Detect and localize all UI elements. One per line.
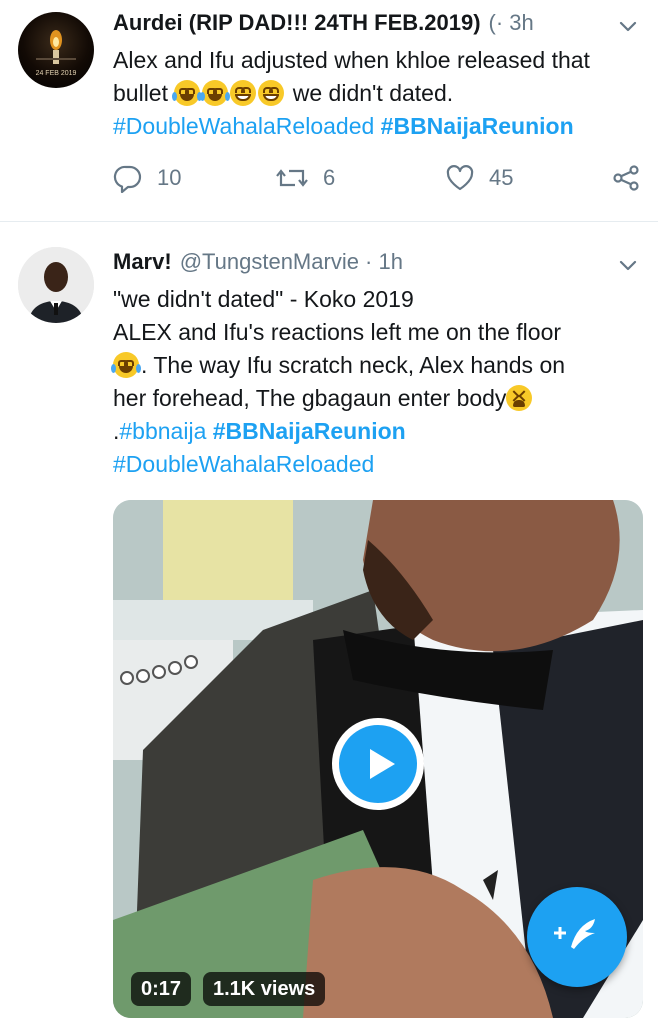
hashtag-link[interactable]: #DoubleWahalaReloaded xyxy=(113,451,374,477)
hashtag-link[interactable]: #bbnaija xyxy=(119,418,206,444)
tweet-header: Marv! @TungstenMarvie · 1h xyxy=(113,247,642,277)
tweet-text: Alex and Ifu adjusted when khloe release… xyxy=(113,44,642,143)
hashtag-link[interactable]: #BBNaijaReunion xyxy=(381,113,574,139)
retweet-button[interactable]: 6 xyxy=(275,160,335,196)
heart-icon xyxy=(446,165,474,191)
chevron-down-icon[interactable] xyxy=(618,17,638,37)
tweet-actions: 10 6 45 xyxy=(113,160,643,196)
avatar-person-image xyxy=(18,247,94,323)
share-icon xyxy=(613,165,639,191)
like-button[interactable]: 45 xyxy=(445,160,513,196)
avatar-caption: 24 FEB 2019 xyxy=(36,70,77,77)
like-count: 45 xyxy=(489,165,514,190)
tweet-text-line: "we didn't dated" - Koko 2019 xyxy=(113,286,414,312)
chevron-down-icon[interactable] xyxy=(618,256,638,276)
avatar[interactable] xyxy=(18,247,94,323)
joy-emoji xyxy=(200,80,231,106)
tweet-meta: @TungstenMarvie · 1h xyxy=(179,249,403,274)
compose-tweet-icon xyxy=(554,919,595,949)
tired-emoji xyxy=(506,385,533,411)
joy-emoji xyxy=(111,352,141,378)
tweet-text: "we didn't dated" - Koko 2019 ALEX and I… xyxy=(111,283,642,481)
tweet-header: Aurdei (RIP DAD!!! 24TH FEB.2019) (· 3h xyxy=(113,8,642,38)
display-name[interactable]: Marv! xyxy=(113,249,172,275)
retweet-count: 6 xyxy=(323,165,336,190)
video-duration: 0:17 xyxy=(131,972,192,1006)
retweet-icon xyxy=(276,169,308,187)
tweet-text-line: . The way Ifu scratch neck, Alex hands o… xyxy=(141,352,566,378)
video-views: 1.1K views xyxy=(203,972,326,1006)
share-button[interactable] xyxy=(611,160,655,196)
avatar-candle-image: 24 FEB 2019 xyxy=(36,30,77,77)
display-name[interactable]: Aurdei (RIP DAD!!! 24TH FEB.2019) xyxy=(113,10,481,36)
reply-icon xyxy=(113,165,142,193)
joy-emoji xyxy=(172,80,203,106)
tweet[interactable]: 24 FEB 2019 Aurdei (RIP DAD!!! 24TH FEB.… xyxy=(0,0,658,222)
tweet-text-line: her forehead, The gbagaun enter body xyxy=(113,385,507,411)
grin-emoji xyxy=(258,80,285,106)
play-icon xyxy=(370,749,395,779)
hashtag-link[interactable]: #DoubleWahalaReloaded xyxy=(113,113,374,139)
tweet-text-line: we didn't dated. xyxy=(286,80,454,106)
tweet-meta: (· 3h xyxy=(488,10,534,35)
reply-button[interactable]: 10 xyxy=(113,160,181,196)
avatar[interactable]: 24 FEB 2019 xyxy=(18,12,94,88)
play-button[interactable] xyxy=(332,718,424,810)
grin-emoji xyxy=(230,80,257,106)
reply-count: 10 xyxy=(157,165,182,190)
tweet-text-line: ALEX and Ifu's reactions left me on the … xyxy=(113,319,562,345)
hashtag-link[interactable]: #BBNaijaReunion xyxy=(213,418,406,444)
compose-tweet-button[interactable] xyxy=(527,887,627,987)
